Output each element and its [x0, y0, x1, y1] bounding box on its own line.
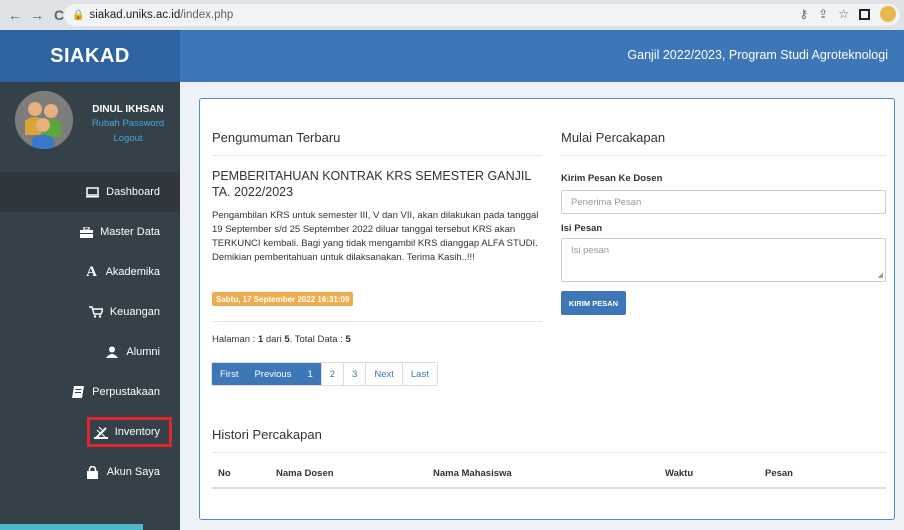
sidebar-item-perpustakaan[interactable]: Perpustakaan — [0, 372, 180, 412]
divider — [212, 321, 542, 322]
book-icon — [71, 385, 85, 399]
col-header-pesan: Pesan — [765, 468, 793, 479]
divider — [212, 155, 542, 156]
date-badge: Sabtu, 17 September 2022 16:31:09 — [212, 292, 354, 306]
font-a-icon: A — [86, 263, 97, 280]
resize-handle-icon[interactable]: ◢ — [878, 271, 883, 279]
change-password-link[interactable]: Rubah Password — [80, 118, 176, 129]
table-divider — [212, 487, 886, 489]
logout-link[interactable]: Logout — [80, 133, 176, 144]
pager-page-1[interactable]: 1 — [299, 363, 321, 385]
user-icon — [105, 345, 119, 359]
sidebar-item-akun-saya[interactable]: Akun Saya — [0, 452, 180, 492]
window-icon[interactable] — [859, 8, 870, 20]
chat-title: Mulai Percakapan — [561, 130, 666, 145]
announcements-title: Pengumuman Terbaru — [212, 130, 341, 145]
browser-actions: ⚷ ⇪ ☆ — [799, 6, 896, 22]
sidebar-item-alumni[interactable]: Alumni — [0, 332, 180, 372]
col-header-nama-mahasiswa: Nama Mahasiswa — [433, 468, 512, 479]
lock-icon: 🔒 — [72, 9, 85, 21]
sidebar-item-inventory[interactable]: Inventory — [0, 412, 180, 452]
highlight-box — [87, 417, 172, 447]
sidebar: DINUL IKHSAN Rubah Password Logout Dashb… — [0, 82, 180, 530]
lock-icon — [86, 465, 100, 479]
announcement-headline: PEMBERITAHUAN KONTRAK KRS SEMESTER GANJI… — [212, 169, 531, 199]
divider — [212, 452, 886, 453]
send-message-button[interactable]: KIRIM PESAN — [561, 291, 626, 315]
briefcase-icon — [79, 225, 93, 239]
col-header-no: No — [218, 468, 231, 479]
sidebar-item-label: Alumni — [126, 346, 160, 358]
pager-page-3[interactable]: 3 — [343, 363, 366, 385]
message-placeholder: Isi pesan — [571, 245, 610, 256]
sidebar-item-label: Perpustakaan — [92, 386, 160, 398]
sidebar-item-label: Keuangan — [109, 306, 160, 318]
message-input[interactable]: Isi pesan ◢ — [561, 238, 886, 282]
history-title: Histori Percakapan — [212, 427, 322, 442]
page-of: dari — [263, 334, 285, 345]
sidebar-item-master-data[interactable]: Master Data — [0, 212, 180, 252]
back-icon[interactable]: ← — [4, 4, 26, 26]
divider — [561, 155, 886, 156]
semester-info: Ganjil 2022/2023, Program Studi Agrotekn… — [627, 48, 888, 62]
url-host: siakad.uniks.ac.id — [89, 9, 181, 21]
user-panel: DINUL IKHSAN Rubah Password Logout — [0, 82, 180, 174]
brand-logo[interactable]: SIAKAD — [0, 30, 180, 82]
data-label: . Total Data : — [289, 334, 346, 345]
pager-previous[interactable]: Previous — [246, 363, 300, 385]
cart-icon — [88, 305, 103, 319]
address-bar[interactable]: 🔒 siakad.uniks.ac.id/index.php — [64, 4, 900, 26]
sidebar-item-dashboard[interactable]: Dashboard — [0, 172, 180, 212]
share-icon[interactable]: ⇪ — [818, 7, 828, 21]
message-label: Isi Pesan — [561, 223, 603, 234]
data-total: 5 — [345, 334, 351, 345]
pager-page-2[interactable]: 2 — [320, 363, 344, 385]
forward-icon[interactable]: → — [26, 4, 48, 26]
recipient-input[interactable]: Penerima Pesan — [561, 190, 886, 214]
sidebar-item-label: Dashboard — [106, 186, 160, 198]
sidebar-item-label: Akademika — [105, 266, 160, 278]
sidebar-item-label: Akun Saya — [106, 466, 160, 478]
pager-first[interactable]: First — [212, 363, 247, 385]
pager-last[interactable]: Last — [401, 363, 437, 385]
page-info-label: Halaman : — [212, 334, 258, 345]
sidebar-footer-bar — [0, 524, 143, 530]
star-icon[interactable]: ☆ — [838, 7, 849, 21]
key-icon[interactable]: ⚷ — [799, 7, 808, 21]
sidebar-item-akademika[interactable]: A Akademika — [0, 252, 180, 292]
pagination: First Previous 1 2 3 Next Last — [211, 362, 438, 386]
sidebar-item-keuangan[interactable]: Keuangan — [0, 292, 180, 332]
url-path: /index.php — [180, 9, 234, 21]
user-name: DINUL IKHSAN — [92, 104, 164, 115]
col-header-waktu: Waktu — [665, 468, 694, 479]
announcement-body: Pengambilan KRS untuk semester III, V da… — [212, 210, 539, 263]
page-info: Halaman : 1 dari 5. Total Data : 5 — [212, 334, 351, 345]
main-card — [199, 98, 895, 520]
monitor-icon — [85, 185, 99, 199]
sidebar-menu: Dashboard Master Data A Akademika Keuang… — [0, 172, 180, 492]
sidebar-item-label: Master Data — [100, 226, 160, 238]
avatar — [15, 91, 73, 149]
col-header-nama-dosen: Nama Dosen — [276, 468, 334, 479]
profile-icon[interactable] — [880, 6, 896, 22]
pager-next[interactable]: Next — [365, 363, 402, 385]
recipient-label: Kirim Pesan Ke Dosen — [561, 173, 663, 184]
